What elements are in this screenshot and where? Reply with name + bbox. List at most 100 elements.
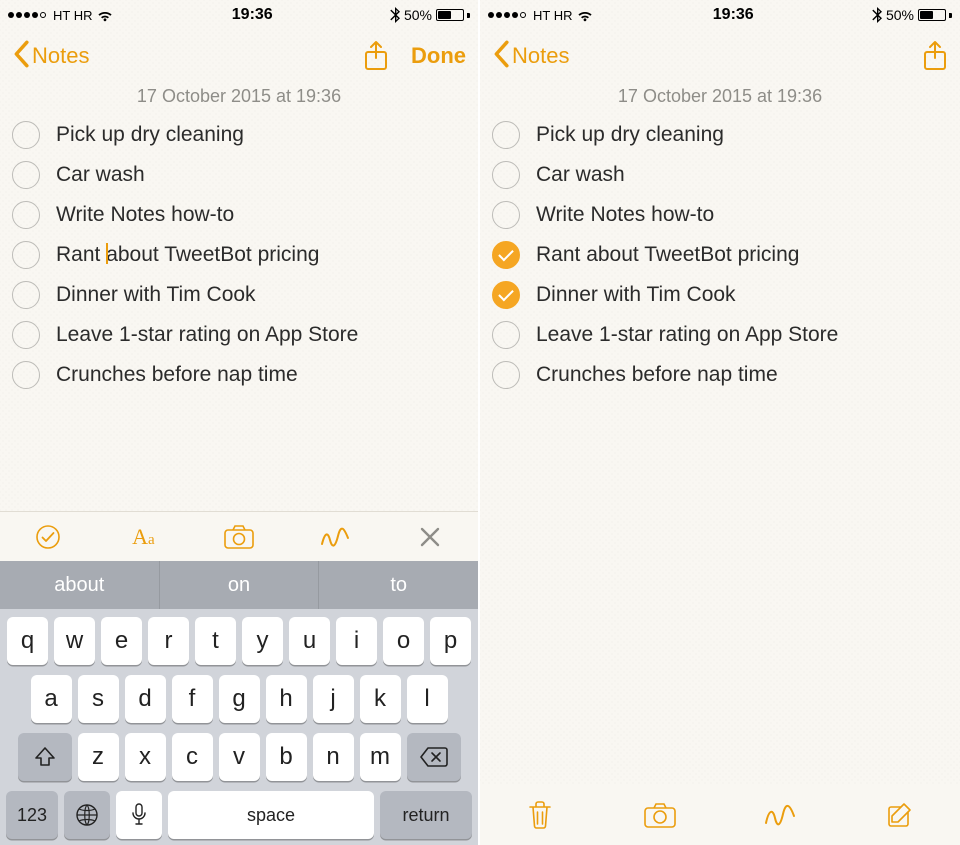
checklist-item-text[interactable]: Dinner with Tim Cook xyxy=(56,283,256,307)
checklist-item[interactable]: Dinner with Tim Cook xyxy=(12,275,466,315)
checkbox-circle[interactable] xyxy=(12,281,40,309)
checklist-item[interactable]: Rant about TweetBot pricing xyxy=(12,235,466,275)
checklist-item[interactable]: Crunches before nap time xyxy=(12,355,466,395)
key-s[interactable]: s xyxy=(78,675,119,723)
text-style-button[interactable]: Aa xyxy=(121,515,165,559)
checklist-item[interactable]: Car wash xyxy=(12,155,466,195)
checklist-item[interactable]: Write Notes how-to xyxy=(492,195,948,235)
checkbox-circle[interactable] xyxy=(12,241,40,269)
checklist-item-text[interactable]: Write Notes how-to xyxy=(536,203,714,227)
checklist-item[interactable]: Car wash xyxy=(492,155,948,195)
checkbox-circle[interactable] xyxy=(492,121,520,149)
return-key[interactable]: return xyxy=(380,791,472,839)
checklist-item[interactable]: Leave 1-star rating on App Store xyxy=(492,315,948,355)
checklist-item[interactable]: Pick up dry cleaning xyxy=(492,115,948,155)
checklist-item-text[interactable]: Car wash xyxy=(56,163,145,187)
checkbox-circle[interactable] xyxy=(492,281,520,309)
checklist-item-text[interactable]: Crunches before nap time xyxy=(56,363,298,387)
format-accessory-bar: Aa xyxy=(0,511,478,561)
key-n[interactable]: n xyxy=(313,733,354,781)
wifi-icon xyxy=(576,9,594,22)
back-label: Notes xyxy=(32,43,89,69)
key-h[interactable]: h xyxy=(266,675,307,723)
checklist-item-text[interactable]: Leave 1-star rating on App Store xyxy=(56,323,358,347)
checkbox-circle[interactable] xyxy=(12,161,40,189)
battery-pct: 50% xyxy=(404,7,432,23)
back-button[interactable]: Notes xyxy=(492,40,569,73)
key-m[interactable]: m xyxy=(360,733,401,781)
key-r[interactable]: r xyxy=(148,617,189,665)
checklist-item[interactable]: Leave 1-star rating on App Store xyxy=(12,315,466,355)
checkbox-circle[interactable] xyxy=(492,321,520,349)
checkbox-circle[interactable] xyxy=(492,161,520,189)
key-q[interactable]: q xyxy=(7,617,48,665)
sketch-button[interactable] xyxy=(313,515,357,559)
suggestion-3[interactable]: to xyxy=(319,561,478,609)
key-o[interactable]: o xyxy=(383,617,424,665)
back-button[interactable]: Notes xyxy=(12,40,89,73)
key-d[interactable]: d xyxy=(125,675,166,723)
key-a[interactable]: a xyxy=(31,675,72,723)
dictation-key[interactable] xyxy=(116,791,162,839)
checkbox-circle[interactable] xyxy=(492,201,520,229)
key-p[interactable]: p xyxy=(430,617,471,665)
key-z[interactable]: z xyxy=(78,733,119,781)
key-f[interactable]: f xyxy=(172,675,213,723)
key-b[interactable]: b xyxy=(266,733,307,781)
suggestion-1[interactable]: about xyxy=(0,561,160,609)
checklist-item[interactable]: Crunches before nap time xyxy=(492,355,948,395)
checkbox-circle[interactable] xyxy=(12,321,40,349)
key-w[interactable]: w xyxy=(54,617,95,665)
checklist-item-text[interactable]: Dinner with Tim Cook xyxy=(536,283,736,307)
checklist-item-text[interactable]: Crunches before nap time xyxy=(536,363,778,387)
key-k[interactable]: k xyxy=(360,675,401,723)
checklist-editing[interactable]: Pick up dry cleaning Car wash Write Notes … xyxy=(0,115,478,395)
checklist-item[interactable]: Pick up dry cleaning xyxy=(12,115,466,155)
suggestion-2[interactable]: on xyxy=(160,561,320,609)
checklist-item[interactable]: Write Notes how-to xyxy=(12,195,466,235)
checklist-format-button[interactable] xyxy=(26,515,70,559)
checklist-item-text[interactable]: Write Notes how-to xyxy=(56,203,234,227)
share-button[interactable] xyxy=(363,40,389,72)
note-date: 17 October 2015 at 19:36 xyxy=(0,82,478,115)
globe-key[interactable] xyxy=(64,791,110,839)
checklist-item-text[interactable]: Rant about TweetBot pricing xyxy=(536,243,799,267)
key-g[interactable]: g xyxy=(219,675,260,723)
key-j[interactable]: j xyxy=(313,675,354,723)
dismiss-accessory-button[interactable] xyxy=(408,515,452,559)
checkbox-circle[interactable] xyxy=(12,201,40,229)
key-c[interactable]: c xyxy=(172,733,213,781)
checklist-viewing[interactable]: Pick up dry cleaning Car wash Write Notes … xyxy=(480,115,960,395)
checklist-item-text[interactable]: Pick up dry cleaning xyxy=(56,123,244,147)
backspace-key[interactable] xyxy=(407,733,461,781)
numbers-key[interactable]: 123 xyxy=(6,791,58,839)
shift-key[interactable] xyxy=(18,733,72,781)
checkbox-circle[interactable] xyxy=(492,361,520,389)
key-v[interactable]: v xyxy=(219,733,260,781)
checkbox-circle[interactable] xyxy=(12,121,40,149)
checklist-item-text[interactable]: Car wash xyxy=(536,163,625,187)
key-i[interactable]: i xyxy=(336,617,377,665)
checklist-item-text[interactable]: Leave 1-star rating on App Store xyxy=(536,323,838,347)
checklist-item[interactable]: Dinner with Tim Cook xyxy=(492,275,948,315)
sketch-button[interactable] xyxy=(758,793,802,837)
camera-button[interactable] xyxy=(217,515,261,559)
key-t[interactable]: t xyxy=(195,617,236,665)
key-x[interactable]: x xyxy=(125,733,166,781)
checklist-item-text[interactable]: Pick up dry cleaning xyxy=(536,123,724,147)
checkbox-circle[interactable] xyxy=(492,241,520,269)
checkbox-circle[interactable] xyxy=(12,361,40,389)
share-button[interactable] xyxy=(922,40,948,72)
key-l[interactable]: l xyxy=(407,675,448,723)
key-e[interactable]: e xyxy=(101,617,142,665)
compose-button[interactable] xyxy=(878,793,922,837)
back-label: Notes xyxy=(512,43,569,69)
trash-button[interactable] xyxy=(518,793,562,837)
checklist-item[interactable]: Rant about TweetBot pricing xyxy=(492,235,948,275)
key-u[interactable]: u xyxy=(289,617,330,665)
camera-button[interactable] xyxy=(638,793,682,837)
key-y[interactable]: y xyxy=(242,617,283,665)
space-key[interactable]: space xyxy=(168,791,374,839)
done-button[interactable]: Done xyxy=(411,43,466,69)
checklist-item-text[interactable]: Rant about TweetBot pricing xyxy=(56,243,319,267)
